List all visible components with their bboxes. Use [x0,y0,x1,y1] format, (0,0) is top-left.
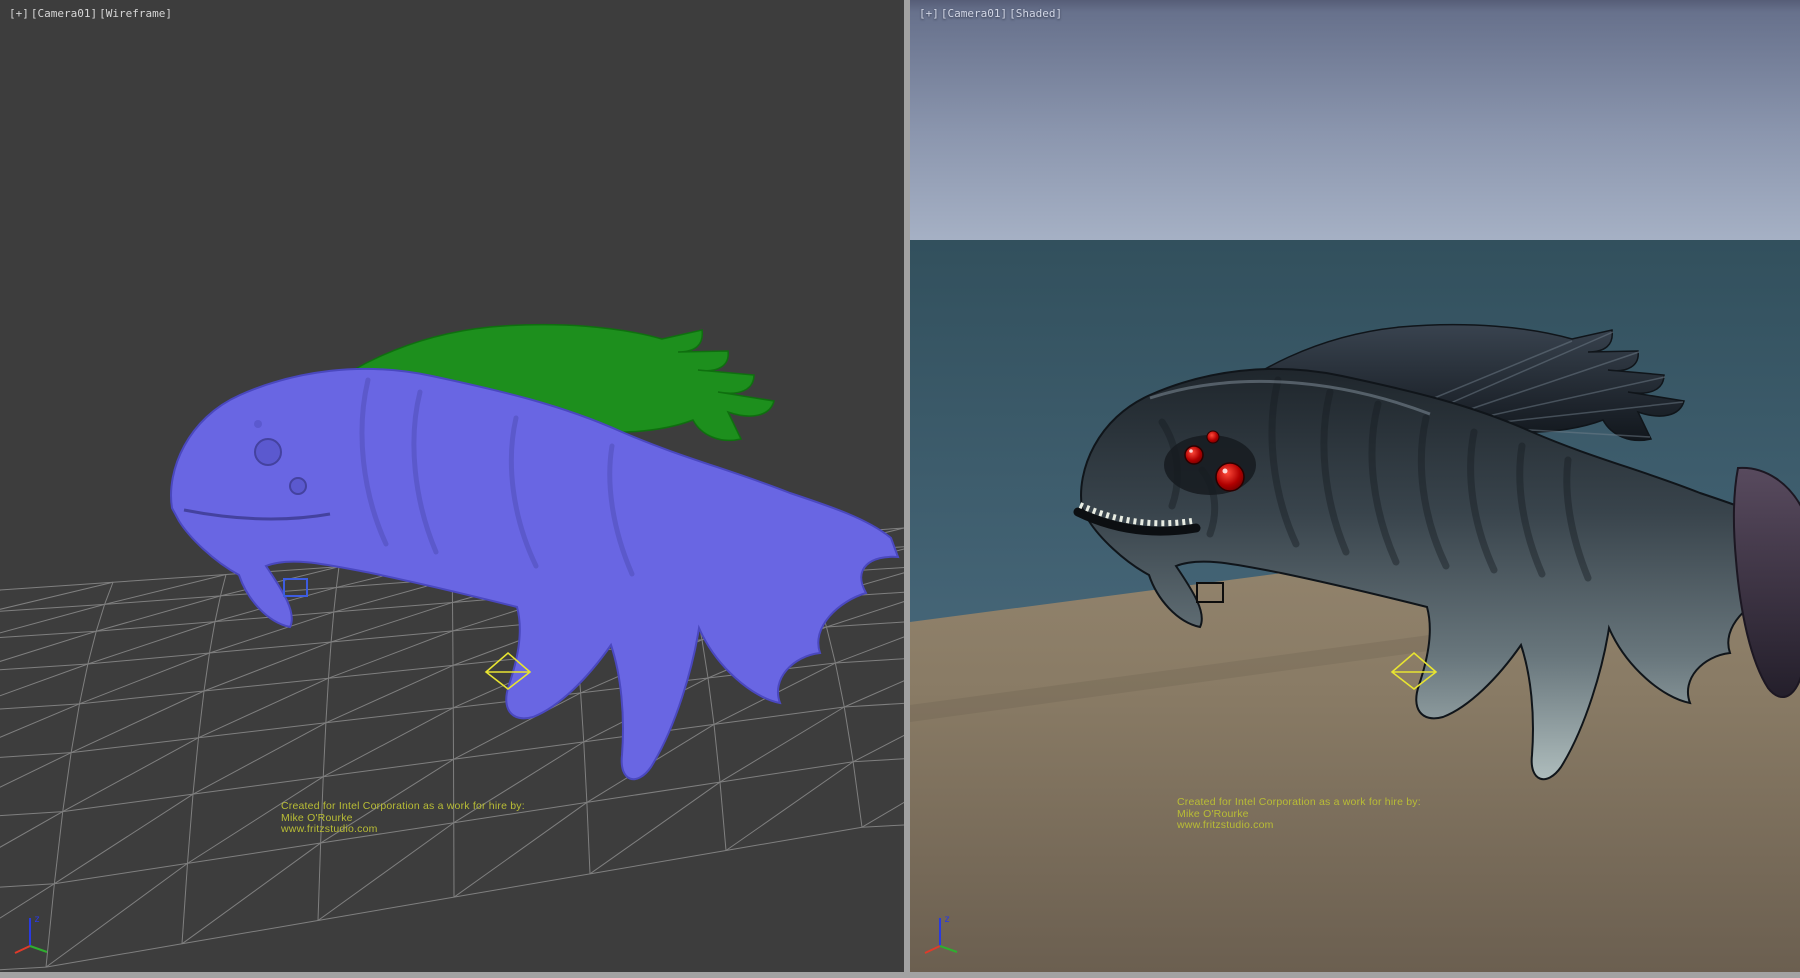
fish-eye [254,420,262,428]
axis-x-line [15,946,30,953]
fish-eye [255,439,281,465]
watermark: Created for Intel Corporation as a work … [281,801,525,836]
fish-eye-red-large [1216,463,1244,491]
fish-eye [290,478,306,494]
viewport-menu-plus-button[interactable]: [+] [919,7,939,20]
viewport-camera-button[interactable]: [Camera01] [31,7,97,20]
watermark-line: Created for Intel Corporation as a work … [1177,797,1421,809]
sky [910,0,1800,242]
watermark-line: www.fritzstudio.com [281,824,525,836]
viewport-menu-plus-button[interactable]: [+] [9,7,29,20]
watermark-line: www.fritzstudio.com [1177,820,1421,832]
axis-y-line [940,946,957,952]
wireframe-fish-model[interactable] [171,325,898,780]
viewport-wireframe[interactable]: [+][Camera01][Wireframe] [0,0,904,972]
window-bottom-edge [0,972,1800,978]
watermark: Created for Intel Corporation as a work … [1177,797,1421,832]
viewport-camera-button[interactable]: [Camera01] [941,7,1007,20]
eye-highlight [1189,449,1193,453]
axis-x-line [925,946,940,953]
watermark-line: Created for Intel Corporation as a work … [281,801,525,813]
axis-y-line [30,946,47,952]
world-axis-tripod: z [8,900,58,960]
eye-socket-shadow [1164,435,1256,495]
world-axis-tripod: z [918,900,968,960]
viewport-label: [+][Camera01][Wireframe] [9,7,174,20]
viewport-label: [+][Camera01][Shaded] [919,7,1064,20]
axis-z-label: z [944,914,950,925]
eye-highlight [1223,469,1228,474]
fish-eye-red-small [1207,431,1219,443]
axis-z-label: z [34,914,40,925]
viewport-shading-mode-button[interactable]: [Shaded] [1009,7,1062,20]
selection-box-gizmo[interactable] [284,579,307,596]
dual-viewport-stage: [+][Camera01][Wireframe] [0,0,1800,978]
viewport-shading-mode-button[interactable]: [Wireframe] [99,7,172,20]
fish-body[interactable] [171,369,898,779]
viewport-shaded[interactable]: [+][Camera01][Shaded] [910,0,1800,972]
fish-eye-red-medium [1185,446,1203,464]
